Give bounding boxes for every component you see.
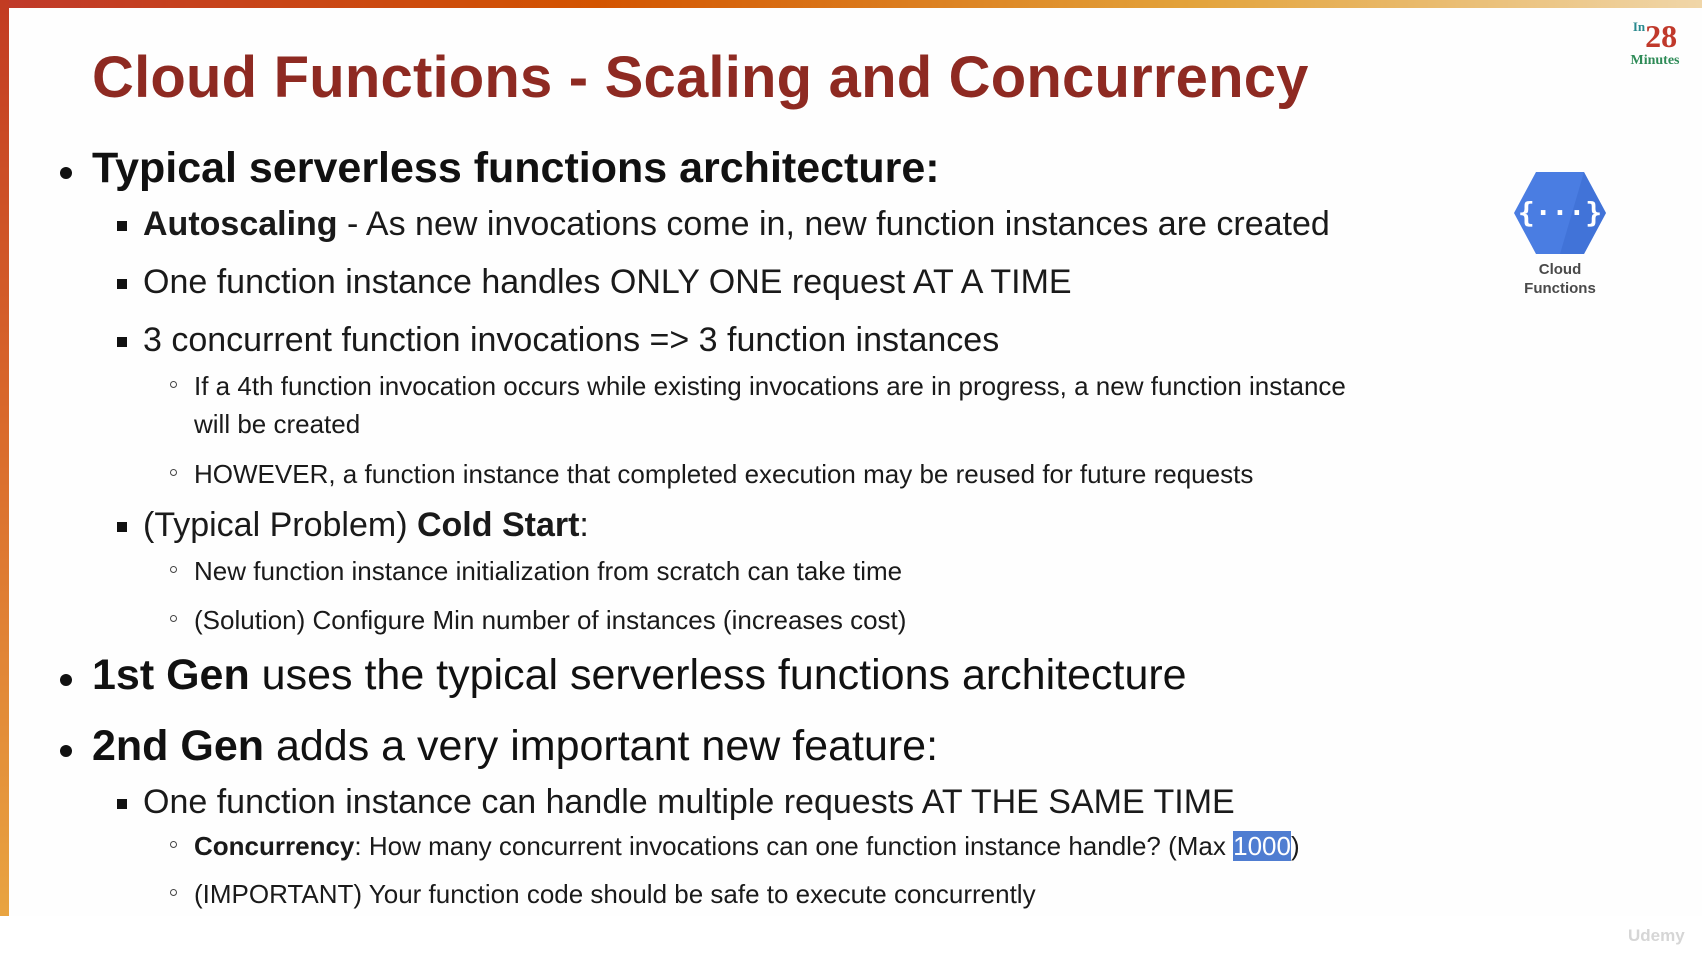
bullet-square bbox=[117, 799, 127, 809]
bullet-one-request: One function instance handles ONLY ONE r… bbox=[143, 263, 1072, 301]
selected-max-value[interactable]: 1000 bbox=[1233, 831, 1291, 861]
concurrency-term: Concurrency bbox=[194, 831, 355, 861]
concurrency-desc: : How many concurrent invocations can on… bbox=[354, 831, 1234, 861]
second-gen-desc: adds a very important new feature: bbox=[264, 722, 939, 770]
cold-start-colon: : bbox=[579, 506, 589, 544]
concurrency-end: ) bbox=[1290, 831, 1300, 861]
first-gen-desc: uses the typical serverless functions ar… bbox=[249, 651, 1187, 699]
bullet-ring bbox=[170, 469, 177, 476]
bullet-dot bbox=[60, 167, 72, 179]
cloud-functions-product: {···} Cloud Functions bbox=[1500, 170, 1620, 298]
bullet-first-gen: 1st Gen uses the typical serverless func… bbox=[92, 651, 1187, 700]
bullet-ring bbox=[170, 889, 177, 896]
second-gen-term: 2nd Gen bbox=[92, 722, 265, 770]
bullet-three-instances: 3 concurrent function invocations => 3 f… bbox=[143, 321, 1000, 359]
sub-bullet-reuse: HOWEVER, a function instance that comple… bbox=[194, 459, 1254, 489]
bullet-ring bbox=[170, 841, 177, 848]
cloud-functions-icon: {···} bbox=[1514, 172, 1606, 254]
sub-bullet-fourth-invocation-2: will be created bbox=[194, 409, 361, 439]
bullet-second-gen: 2nd Gen adds a very important new featur… bbox=[92, 722, 938, 771]
udemy-watermark: Udemy bbox=[1628, 926, 1685, 945]
top-accent-bar bbox=[0, 0, 1702, 8]
bullet-autoscaling: Autoscaling - As new invocations come in… bbox=[143, 205, 1330, 244]
cloud-functions-label-1: Cloud bbox=[1538, 261, 1582, 278]
sub-bullet-important: (IMPORTANT) Your function code should be… bbox=[194, 879, 1036, 909]
bullet-dot bbox=[60, 674, 72, 686]
bullet-square bbox=[117, 337, 127, 347]
sub-bullet-concurrency: Concurrency: How many concurrent invocat… bbox=[194, 831, 1300, 862]
bullet-square bbox=[117, 279, 127, 289]
sub-bullet-min-instances: (Solution) Configure Min number of insta… bbox=[194, 605, 907, 635]
bullet-square bbox=[117, 522, 127, 532]
cold-start-prefix: (Typical Problem) bbox=[143, 506, 417, 544]
bullet-cold-start: (Typical Problem) Cold Start: bbox=[143, 506, 589, 545]
bullet-square bbox=[117, 221, 127, 231]
bullet-ring bbox=[170, 381, 177, 388]
in28minutes-logo: In28 Minutes bbox=[1622, 20, 1688, 72]
bullet-dot bbox=[60, 745, 72, 757]
bullet-ring bbox=[170, 615, 177, 622]
bullet-multiple-requests: One function instance can handle multipl… bbox=[143, 783, 1235, 821]
slide: Cloud Functions - Scaling and Concurrenc… bbox=[0, 0, 1702, 958]
logo-word: Minutes bbox=[1630, 53, 1680, 68]
cloud-functions-label-2: Functions bbox=[1524, 280, 1596, 297]
autoscaling-desc: - As new invocations come in, new functi… bbox=[337, 205, 1330, 243]
bottom-strip bbox=[0, 916, 1702, 958]
logo-number: 28 bbox=[1645, 18, 1678, 54]
sub-bullet-initialization: New function instance initialization fro… bbox=[194, 556, 903, 586]
bullet-ring bbox=[170, 566, 177, 573]
autoscaling-term: Autoscaling bbox=[143, 205, 338, 243]
slide-title: Cloud Functions - Scaling and Concurrenc… bbox=[92, 45, 1309, 110]
cold-start-term: Cold Start bbox=[416, 506, 580, 544]
logo-prefix: In bbox=[1632, 19, 1646, 34]
first-gen-term: 1st Gen bbox=[92, 651, 250, 699]
svg-text:{···}: {···} bbox=[1518, 196, 1602, 229]
sub-bullet-fourth-invocation-1: If a 4th function invocation occurs whil… bbox=[194, 371, 1346, 401]
left-accent-bar bbox=[0, 0, 9, 916]
bullet-typical-architecture: Typical serverless functions architectur… bbox=[92, 144, 940, 192]
